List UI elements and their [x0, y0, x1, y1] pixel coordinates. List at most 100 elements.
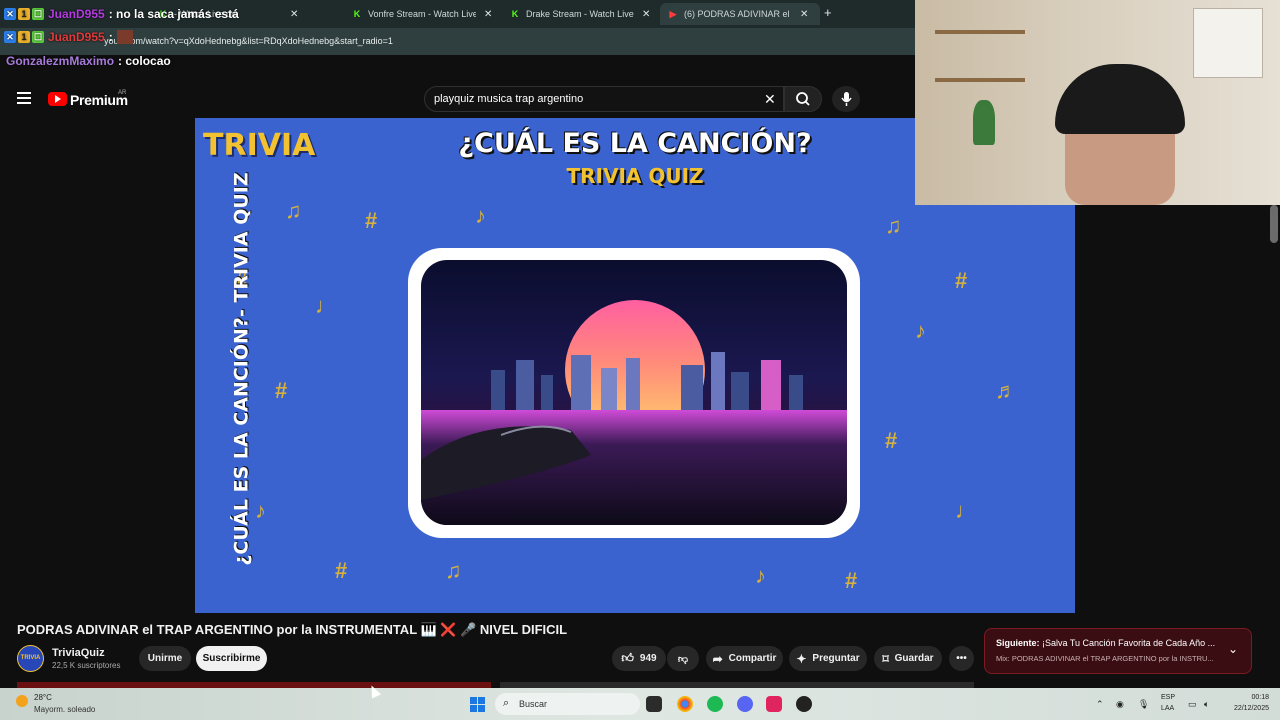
music-note-icon: ♩	[315, 293, 337, 318]
youtube-icon: ▶	[669, 8, 677, 19]
chevron-up-icon[interactable]: ⌃	[1096, 699, 1104, 710]
music-note-icon: ♫	[285, 198, 302, 223]
webcam-overlay	[915, 0, 1280, 205]
file-explorer-icon[interactable]	[646, 696, 662, 712]
up-next-card[interactable]	[984, 628, 1252, 674]
new-tab-button[interactable]: +	[824, 5, 832, 20]
save-label: Guardar	[894, 653, 934, 664]
tab-title: Vonfre Stream - Watch Live on	[368, 9, 476, 19]
search-icon: ⌕	[503, 697, 510, 709]
menu-icon[interactable]	[17, 92, 31, 104]
chrome-icon[interactable]	[677, 696, 693, 712]
tab-title: Drake Stream - Watch Live on	[526, 9, 634, 19]
volume-icon[interactable]: 🔈︎	[1204, 699, 1209, 710]
hash-icon: #	[885, 428, 898, 453]
network-icon[interactable]: ◉	[1116, 699, 1124, 710]
taskbar-search[interactable]	[495, 693, 640, 715]
emote-icon	[116, 30, 133, 44]
clock-time[interactable]: 00:18	[1245, 694, 1269, 701]
start-icon[interactable]	[470, 697, 485, 712]
music-note-icon: ♬	[995, 378, 1017, 403]
subscriber-count: 22,5 K suscriptores	[52, 661, 121, 670]
music-note-icon: ♪	[475, 203, 486, 228]
chat-line: ✕ 1 ☐ JuanD955 : no la saca jamás está	[4, 7, 239, 21]
search-button[interactable]	[784, 86, 822, 112]
badge-icon: ✕	[4, 8, 16, 20]
thumbs-up-icon: 👍︎	[621, 651, 634, 665]
more-actions-button[interactable]: •••	[949, 646, 974, 671]
discord-icon[interactable]	[737, 696, 753, 712]
tab-title: (6) PODRAS ADIVINAR el TRAP	[684, 9, 792, 19]
weather-icon[interactable]	[16, 695, 28, 707]
channel-name[interactable]: TriviaQuiz	[52, 647, 105, 659]
chat-message: : colocao	[118, 54, 171, 68]
shelf	[935, 30, 1025, 34]
close-icon[interactable]: ✕	[484, 9, 492, 20]
wall-poster	[1193, 8, 1263, 78]
microphone-icon	[841, 92, 852, 106]
badge-icon: 1	[18, 8, 30, 20]
music-note-icon: ♪	[755, 563, 766, 588]
ask-button[interactable]: ✦ Preguntar	[789, 646, 867, 671]
tiktok-icon[interactable]	[766, 696, 782, 712]
badge-icon: ✕	[4, 31, 16, 43]
chat-message: : no la saca jamás está	[108, 7, 239, 21]
music-note-icon: ♪	[255, 498, 266, 523]
join-button[interactable]: Unirme	[139, 646, 191, 671]
microphone-icon[interactable]: 🎙︎	[1138, 699, 1149, 710]
chat-message: :	[108, 30, 113, 44]
keyboard-layout[interactable]: LAA	[1161, 705, 1174, 712]
bookmark-icon: ⌑	[882, 651, 889, 666]
voice-search-button[interactable]	[832, 86, 860, 112]
chevron-down-icon[interactable]: ⌄	[1228, 642, 1238, 656]
music-note-icon: ♩	[955, 498, 977, 523]
hash-icon: #	[845, 568, 858, 593]
close-icon[interactable]: ✕	[290, 9, 298, 20]
chat-username: GonzalezmMaximo	[6, 54, 115, 68]
youtube-logo-icon[interactable]	[48, 92, 67, 106]
weather-condition[interactable]: Mayorm. soleado	[34, 705, 95, 714]
clear-search-icon[interactable]: ✕	[764, 91, 776, 108]
chat-username: JuanD955	[48, 7, 105, 21]
scrollbar[interactable]	[1270, 205, 1278, 243]
channel-avatar[interactable]: TRIVIA	[17, 645, 44, 672]
app-icon[interactable]	[796, 696, 812, 712]
more-icon: •••	[956, 653, 967, 664]
dislike-button[interactable]: 👎︎	[667, 646, 699, 671]
tab-kick-3[interactable]: K Drake Stream - Watch Live on ✕	[502, 3, 658, 25]
close-icon[interactable]: ✕	[800, 9, 808, 20]
up-next-label: Siguiente:	[996, 638, 1040, 648]
taskbar-search-placeholder[interactable]: Buscar	[519, 699, 547, 709]
clock-date[interactable]: 22/12/2025	[1227, 705, 1269, 712]
close-icon[interactable]: ✕	[642, 9, 650, 20]
tab-kick-2[interactable]: K Vonfre Stream - Watch Live on ✕	[344, 3, 500, 25]
chat-line: GonzalezmMaximo : colocao	[4, 54, 171, 68]
car-graphic	[421, 425, 591, 500]
kick-icon: K	[511, 9, 519, 19]
save-button[interactable]: ⌑ Guardar	[874, 646, 942, 671]
share-icon: ➦	[712, 651, 723, 666]
badge-icon: 1	[18, 31, 30, 43]
badge-icon: ☐	[32, 31, 44, 43]
badge-icon: ☐	[32, 8, 44, 20]
subscribe-button[interactable]: Suscribirme	[196, 646, 267, 671]
streamer-beanie	[1055, 64, 1185, 134]
screen: K - Watch Live on ✕ K Vonfre Stream - Wa…	[0, 0, 1280, 720]
language-code[interactable]: ESP	[1161, 694, 1175, 701]
search-icon	[796, 92, 810, 106]
hash-icon: #	[365, 208, 378, 233]
shelf	[935, 78, 1025, 82]
music-note-icon: ♪	[915, 318, 926, 343]
tab-youtube[interactable]: ▶ (6) PODRAS ADIVINAR el TRAP ✕	[660, 3, 820, 25]
spotify-icon[interactable]	[707, 696, 723, 712]
share-button[interactable]: ➦ Compartir	[706, 646, 783, 671]
url-text[interactable]: you...com/watch?v=qXdoHednebg&list=RDqXd…	[104, 36, 393, 46]
like-button[interactable]: 👍︎ 949	[612, 646, 666, 671]
monitor-icon[interactable]: ▭	[1188, 699, 1197, 710]
video-title: PODRAS ADIVINAR el TRAP ARGENTINO por la…	[17, 622, 568, 637]
temperature[interactable]: 28°C	[34, 693, 52, 702]
search-query[interactable]: playquiz musica trap argentino	[434, 93, 583, 105]
sparkle-icon: ✦	[796, 651, 807, 666]
hash-icon: #	[275, 378, 288, 403]
up-next-title-line[interactable]: Siguiente: ¡Salva Tu Canción Favorita de…	[996, 638, 1215, 648]
